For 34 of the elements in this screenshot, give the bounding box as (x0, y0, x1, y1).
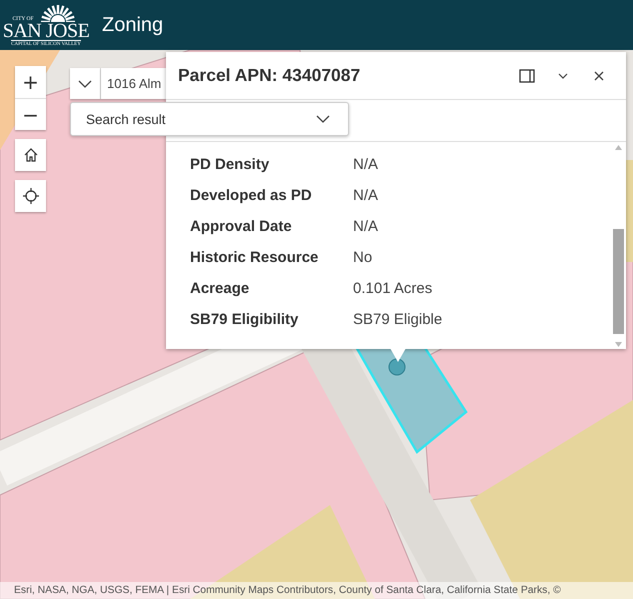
field-label: Developed as PD (190, 187, 313, 204)
field-value: No (353, 249, 374, 266)
search-result-dropdown[interactable]: Search result (70, 102, 349, 136)
scroll-up-icon[interactable] (614, 145, 622, 150)
field-value: 0.101 Acres (353, 280, 434, 297)
chevron-down-icon (316, 115, 330, 123)
scrollbar[interactable] (612, 145, 624, 347)
field-value: N/A (353, 187, 380, 204)
crosshair-icon (22, 188, 38, 204)
popup-title: Parcel APN: 43407087 (178, 65, 362, 86)
field-value: N/A (353, 156, 380, 173)
locate-button[interactable] (15, 180, 46, 212)
field-value: SB79 Eligible (353, 311, 444, 328)
field-label: Historic Resource (190, 249, 320, 266)
scroll-thumb[interactable] (612, 228, 624, 334)
zoom-in-button[interactable]: + (15, 66, 46, 98)
chevron-down-icon (78, 80, 92, 88)
field-label: PD Density (190, 156, 270, 173)
close-icon (594, 70, 604, 80)
chevron-down-icon (558, 72, 568, 78)
field-label: Approval Date (190, 218, 293, 235)
search-source-button[interactable] (70, 68, 101, 99)
scroll-down-icon[interactable] (614, 342, 622, 347)
zoom-out-button[interactable]: − (15, 98, 46, 130)
field-label: SB79 Eligibility (190, 311, 300, 328)
app-title: Zoning (102, 14, 164, 36)
field-value: N/A (353, 218, 380, 235)
map-attribution: Esri, NASA, NGA, USGS, FEMA | Esri Community Maps Contributors, County of Santa Clara, California State Parks, © (13, 585, 561, 596)
search-field[interactable]: 1016 Alm (101, 68, 166, 99)
logo-wordmark: SAN JOSE (2, 22, 90, 40)
home-button[interactable] (15, 139, 46, 171)
dock-icon (519, 68, 535, 84)
field-label: Acreage (190, 280, 250, 297)
home-icon (22, 147, 38, 163)
